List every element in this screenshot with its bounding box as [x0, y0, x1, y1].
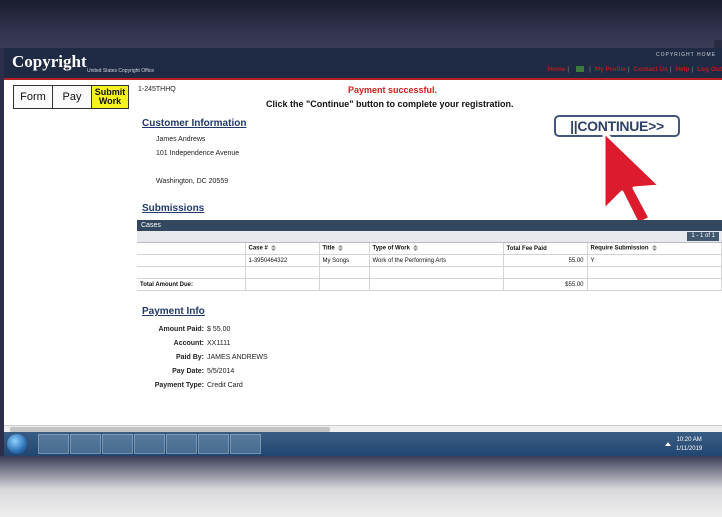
table-header-row: Case # Title Type of Work Total Fee Paid…: [137, 243, 722, 255]
registration-number: 1-245THHQ: [138, 86, 176, 93]
taskbar-item[interactable]: [38, 434, 69, 454]
clock-date: 1/11/2019: [676, 446, 703, 452]
payment-type-label: Payment Type:: [154, 382, 204, 389]
cell-require: Y: [587, 254, 722, 267]
copyright-logo[interactable]: Copyright: [12, 52, 87, 72]
cell-type: Work of the Performing Arts: [369, 254, 504, 267]
nav-home[interactable]: Home: [547, 66, 565, 73]
header-divider: [4, 78, 722, 80]
sort-icon: [651, 245, 657, 252]
col-fee[interactable]: Total Fee Paid: [503, 243, 588, 255]
taskbar-item[interactable]: [230, 434, 261, 454]
col-type[interactable]: Type of Work: [369, 243, 504, 255]
col-require[interactable]: Require Submission: [587, 243, 722, 255]
payment-type-value: Credit Card: [207, 382, 243, 389]
cell-title: My Songs: [319, 254, 370, 267]
system-clock[interactable]: 10:20 AM 1/11/2019: [676, 436, 702, 454]
account-label: Account:: [173, 340, 204, 347]
customer-city: Washington, DC 20559: [156, 178, 229, 185]
account-value: XX1111: [207, 340, 231, 347]
nav-contact-us[interactable]: Contact Us: [633, 66, 667, 73]
pay-date-label: Pay Date:: [172, 368, 204, 375]
total-label: Total Amount Due:: [137, 278, 246, 291]
table-row[interactable]: 1-3950464322 My Songs Work of the Perfor…: [137, 254, 722, 267]
top-nav-links: Home | | My Profile | Contact Us | Help | Lo…: [547, 66, 722, 73]
monitor-bezel-bottom: [0, 456, 722, 517]
total-value: $55.00: [503, 278, 588, 291]
submissions-heading: Submissions: [142, 203, 205, 214]
copyright-home-link[interactable]: COPYRIGHT HOME: [656, 52, 722, 62]
table-total-row: Total Amount Due: $55.00: [137, 278, 722, 291]
step-pay[interactable]: Pay: [53, 86, 92, 108]
browser-viewport: Copyright United States Copyright Office…: [4, 48, 722, 456]
instruction-text: Click the "Continue" button to complete …: [266, 99, 514, 109]
nav-my-profile[interactable]: My Profile: [595, 66, 626, 73]
payment-info-heading: Payment Info: [142, 306, 205, 317]
cases-bar: Cases: [137, 220, 722, 231]
payment-status: Payment successful.: [348, 85, 438, 95]
step-submit-work[interactable]: Submit Work: [92, 86, 128, 108]
pager-label[interactable]: 1 - 1 of 1: [687, 232, 719, 241]
monitor-bezel-top: [0, 0, 722, 48]
nav-help[interactable]: Help: [675, 66, 689, 73]
amount-label: Amount Paid:: [158, 326, 205, 333]
taskbar-item[interactable]: [70, 434, 101, 454]
col-case[interactable]: Case #: [245, 243, 320, 255]
cases-pager-bar: 1 - 1 of 1: [137, 231, 722, 243]
cart-icon[interactable]: [576, 66, 585, 73]
tray-expand-icon[interactable]: [665, 442, 671, 446]
pointer-arrow-icon: [602, 132, 662, 226]
pay-date-value: 5/5/2014: [207, 368, 235, 375]
customer-name: James Andrews: [156, 136, 206, 143]
paid-by-value: JAMES ANDREWS: [207, 354, 268, 361]
step-form[interactable]: Form: [14, 86, 53, 108]
cell-fee: 55.00: [503, 254, 588, 267]
taskbar-item[interactable]: [166, 434, 197, 454]
customer-info-heading: Customer Information: [142, 118, 247, 129]
taskbar-item[interactable]: [198, 434, 229, 454]
registration-steps: Form Pay Submit Work: [13, 85, 129, 109]
cases-table: Case # Title Type of Work Total Fee Paid…: [137, 243, 722, 291]
table-spacer-row: [137, 266, 722, 279]
windows-taskbar: 10:20 AM 1/11/2019: [4, 432, 722, 456]
taskbar-item[interactable]: [134, 434, 165, 454]
col-title[interactable]: Title: [319, 243, 370, 255]
logo-subtitle: United States Copyright Office: [87, 68, 155, 74]
customer-address: 101 Independence Avenue: [156, 150, 240, 157]
sort-icon: [412, 245, 418, 252]
sort-icon: [270, 245, 276, 252]
cell-case: 1-3950464322: [245, 254, 320, 267]
amount-value: $ 55.00: [207, 326, 231, 333]
clock-time: 10:20 AM: [676, 437, 702, 443]
site-header: Copyright United States Copyright Office…: [4, 48, 722, 78]
sort-icon: [337, 245, 343, 252]
taskbar-item[interactable]: [102, 434, 133, 454]
paid-by-label: Paid By:: [175, 354, 204, 361]
nav-log-out[interactable]: Log Out: [697, 66, 722, 73]
start-button-icon[interactable]: [7, 434, 27, 454]
